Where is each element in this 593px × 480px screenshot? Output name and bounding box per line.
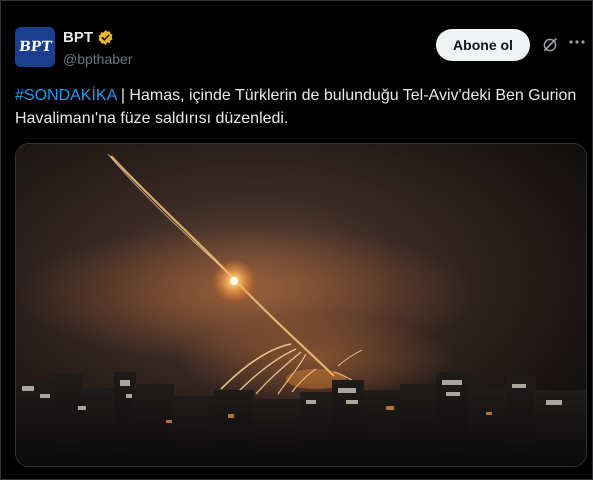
- user-info: BPT @bpthaber: [63, 29, 132, 67]
- rocket-core: [230, 277, 238, 285]
- tweet-media-image[interactable]: [15, 143, 587, 467]
- more-options-icon[interactable]: [567, 32, 587, 52]
- tweet-header: BPT BPT @bpthaber Abone ol: [15, 23, 585, 71]
- display-name[interactable]: BPT: [63, 29, 93, 46]
- hashtag-link[interactable]: #SONDAKİKA: [15, 87, 116, 104]
- grok-icon[interactable]: [541, 36, 559, 54]
- avatar[interactable]: BPT: [15, 27, 55, 67]
- verified-badge-icon: [97, 29, 114, 46]
- name-row: BPT: [63, 29, 132, 46]
- tweet-card: BPT BPT @bpthaber Abone ol #SONDAKİKA | …: [0, 0, 593, 480]
- avatar-logo-text: BPT: [17, 39, 53, 55]
- night-rocket-photo: [16, 144, 586, 466]
- user-handle[interactable]: @bpthaber: [63, 51, 132, 67]
- tweet-text: #SONDAKİKA | Hamas, içinde Türklerin de …: [15, 84, 580, 130]
- follow-button[interactable]: Abone ol: [436, 29, 530, 61]
